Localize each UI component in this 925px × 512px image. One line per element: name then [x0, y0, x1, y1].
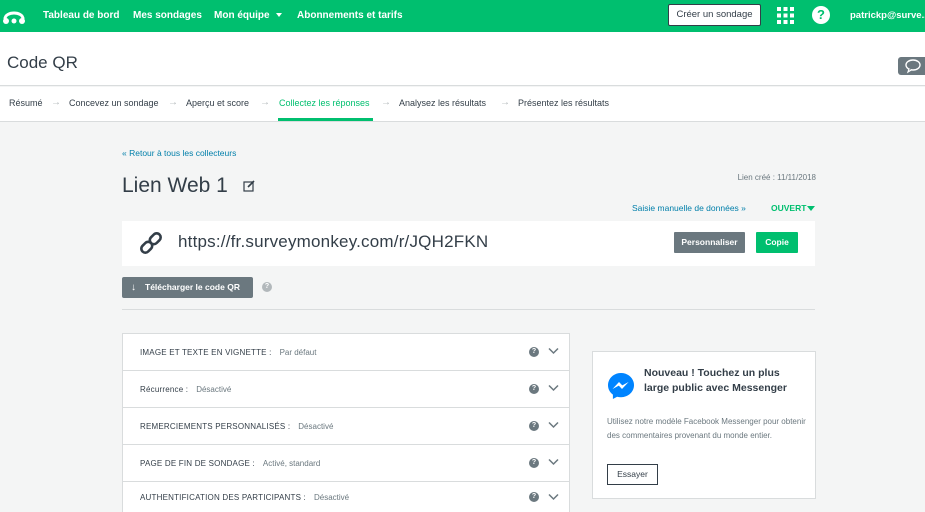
setting-label-text: AUTHENTIFICATION DES PARTICIPANTS :: [140, 493, 306, 502]
messenger-promo-card: Nouveau ! Touchez un plus large public a…: [592, 351, 816, 499]
setting-value: Désactivé: [196, 385, 232, 394]
chevron-down-icon: [807, 206, 816, 212]
page-header: Code QR: [0, 32, 925, 86]
setting-row-authentication[interactable]: AUTHENTIFICATION DES PARTICIPANTS : Désac…: [123, 482, 569, 512]
setting-value: Désactivé: [313, 493, 350, 502]
setting-label: REMERCIEMENTS PERSONNALISÉS : Désactivé: [140, 422, 333, 431]
top-navbar: Tableau de bord Mes sondages Mon équipe …: [0, 0, 925, 32]
setting-label: IMAGE ET TEXTE EN VIGNETTE : Par défaut: [140, 348, 316, 357]
web-link-box: https://fr.surveymonkey.com/r/JQH2FKN Pe…: [122, 221, 815, 266]
chevron-down-icon[interactable]: [548, 384, 559, 392]
nav-dashboard-link[interactable]: Tableau de bord: [43, 10, 120, 21]
collector-settings-panel: IMAGE ET TEXTE EN VIGNETTE : Par défaut ?…: [122, 333, 570, 512]
chevron-down-icon[interactable]: [548, 347, 559, 355]
arrow-right-icon: →: [51, 97, 61, 108]
help-icon[interactable]: ?: [529, 458, 539, 468]
download-arrow-icon: ↓: [131, 282, 136, 293]
setting-value: Par défaut: [279, 348, 317, 357]
help-icon[interactable]: ?: [529, 347, 539, 357]
nav-my-team-label: Mon équipe: [214, 10, 270, 21]
step-design-survey[interactable]: Concevez un sondage: [69, 98, 159, 108]
chevron-down-icon: [275, 13, 282, 18]
active-step-indicator: [278, 118, 373, 121]
try-messenger-button[interactable]: Essayer: [607, 464, 658, 485]
nav-my-surveys-link[interactable]: Mes sondages: [133, 10, 202, 21]
arrow-right-icon: →: [260, 97, 270, 108]
survey-steps-nav: Résumé → Concevez un sondage → Aperçu et…: [0, 87, 925, 122]
collector-status-dropdown[interactable]: OUVERT: [771, 203, 816, 213]
link-icon: [140, 232, 162, 254]
customize-link-button[interactable]: Personnaliser: [674, 232, 745, 253]
setting-label-text: REMERCIEMENTS PERSONNALISÉS :: [140, 422, 291, 431]
speech-bubble-icon: [905, 59, 921, 74]
step-summary[interactable]: Résumé: [9, 98, 43, 108]
setting-label-text: Récurrence :: [140, 385, 189, 394]
setting-value: Désactivé: [298, 422, 334, 431]
setting-row-recurrence[interactable]: Récurrence : Désactivé ?: [123, 371, 569, 408]
page-title: Code QR: [7, 53, 78, 72]
arrow-right-icon: →: [381, 97, 391, 108]
help-icon[interactable]: ?: [812, 6, 830, 24]
setting-label-text: PAGE DE FIN DE SONDAGE :: [140, 459, 255, 468]
help-icon[interactable]: ?: [529, 384, 539, 394]
back-to-collectors-link[interactable]: « Retour à tous les collecteurs: [122, 148, 236, 158]
step-preview-score[interactable]: Aperçu et score: [186, 98, 249, 108]
nav-plans-pricing-link[interactable]: Abonnements et tarifs: [297, 10, 403, 21]
download-qr-label: Télécharger le code QR: [145, 282, 240, 292]
collector-status-label: OUVERT: [771, 203, 807, 213]
help-icon[interactable]: ?: [529, 492, 539, 502]
download-qr-code-button[interactable]: ↓ Télécharger le code QR: [122, 277, 253, 298]
step-collect-responses[interactable]: Collectez les réponses: [279, 98, 370, 108]
chevron-down-icon[interactable]: [548, 493, 559, 501]
step-analyze-results[interactable]: Analysez les résultats: [399, 98, 486, 108]
chevron-down-icon[interactable]: [548, 421, 559, 429]
copy-link-button[interactable]: Copie: [756, 232, 798, 253]
collector-name: Lien Web 1: [122, 174, 228, 197]
surveymonkey-logo-icon[interactable]: [2, 6, 26, 26]
create-survey-button[interactable]: Créer un sondage: [668, 4, 761, 26]
messenger-icon: [608, 373, 634, 399]
step-present-results[interactable]: Présentez les résultats: [518, 98, 609, 108]
arrow-right-icon: →: [168, 97, 178, 108]
manual-data-entry-link[interactable]: Saisie manuelle de données »: [632, 203, 746, 213]
arrow-right-icon: →: [500, 97, 510, 108]
setting-label: AUTHENTIFICATION DES PARTICIPANTS : Désac…: [140, 493, 349, 502]
edit-icon[interactable]: [243, 180, 255, 192]
survey-url[interactable]: https://fr.surveymonkey.com/r/JQH2FKN: [178, 232, 488, 252]
setting-label: Récurrence : Désactivé: [140, 385, 231, 394]
promo-description: Utilisez notre modèle Facebook Messenger…: [607, 417, 806, 440]
apps-grid-icon[interactable]: [777, 7, 794, 24]
help-icon[interactable]: ?: [529, 421, 539, 431]
chevron-down-icon[interactable]: [548, 458, 559, 466]
setting-label: PAGE DE FIN DE SONDAGE : Activé, standard: [140, 459, 320, 468]
setting-row-thumbnail[interactable]: IMAGE ET TEXTE EN VIGNETTE : Par défaut ?: [123, 334, 569, 371]
divider: [122, 309, 815, 310]
promo-title: Nouveau ! Touchez un plus large public a…: [644, 367, 787, 394]
help-icon[interactable]: ?: [262, 282, 272, 292]
setting-label-text: IMAGE ET TEXTE EN VIGNETTE :: [140, 348, 272, 357]
setting-row-end-page[interactable]: PAGE DE FIN DE SONDAGE : Activé, standard…: [123, 445, 569, 482]
nav-my-team-menu[interactable]: Mon équipe: [214, 10, 282, 21]
feedback-button[interactable]: [898, 57, 925, 75]
setting-value: Activé, standard: [262, 459, 321, 468]
user-account-menu[interactable]: patrickp@surve...: [850, 10, 925, 21]
setting-row-thank-you[interactable]: REMERCIEMENTS PERSONNALISÉS : Désactivé ?: [123, 408, 569, 445]
link-created-date: Lien créé : 11/11/2018: [737, 173, 816, 182]
